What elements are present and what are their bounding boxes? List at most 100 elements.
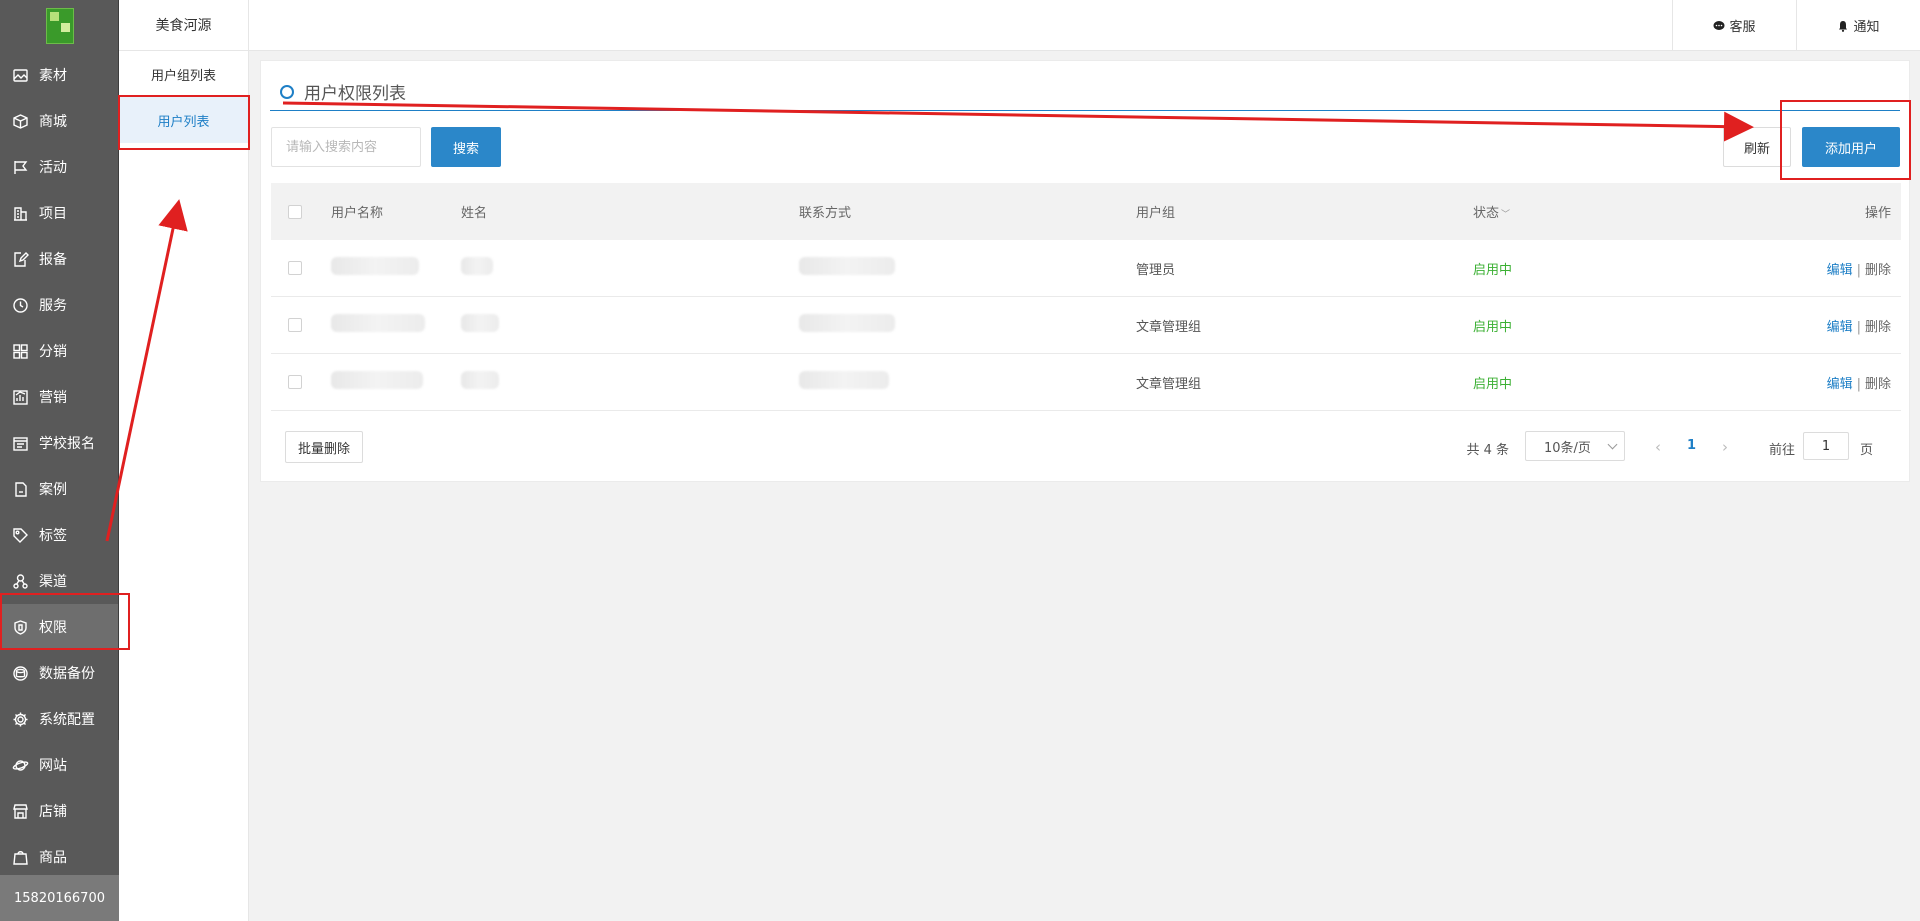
row-checkbox[interactable]: [288, 261, 302, 275]
bell-icon: [1839, 20, 1848, 32]
redacted-name: [461, 257, 493, 279]
notification-label: 通知: [1853, 20, 1880, 35]
row-group: 管理员: [1136, 262, 1176, 278]
annotation-box-add-user: [1780, 100, 1911, 180]
sidebar-item-label: 学校报名: [39, 436, 95, 452]
row-ops: 编辑 | 删除: [1827, 373, 1891, 392]
sub-item-user-groups[interactable]: 用户组列表: [119, 51, 248, 97]
delete-link[interactable]: 删除: [1865, 377, 1891, 392]
sidebar-item-label: 商品: [39, 850, 67, 866]
page-unit-label: 页: [1859, 443, 1873, 458]
sidebar-item-4[interactable]: 报备: [0, 236, 119, 282]
page-number-current[interactable]: 1: [1687, 438, 1696, 453]
store-icon: [10, 801, 30, 821]
sidebar-item-label: 商城: [39, 114, 67, 130]
chat-icon: [1713, 20, 1725, 30]
bag-icon: [10, 847, 30, 867]
redacted-username: [331, 257, 419, 279]
grid-icon: [10, 341, 30, 361]
customer-service-button[interactable]: 客服: [1672, 0, 1796, 51]
table-row: 管理员 启用中 编辑 | 删除: [271, 240, 1901, 297]
page-title: 用户权限列表: [280, 79, 406, 104]
sidebar-item-10[interactable]: 标签: [0, 512, 119, 558]
search-input[interactable]: [271, 127, 421, 167]
sidebar-item-5[interactable]: 服务: [0, 282, 119, 328]
database-icon: [10, 663, 30, 683]
redacted-name: [461, 371, 499, 393]
table-row: 文章管理组 启用中 编辑 | 删除: [271, 354, 1901, 411]
sidebar-nav: 素材 商城 活动 项目 报备 服务 分销 营销 学校报名 案例 标签 渠道 权限 数据备份 系统配置 网站 店铺…: [0, 52, 119, 880]
logo: [0, 0, 119, 52]
gear-icon: [10, 709, 30, 729]
table-row: 文章管理组 启用中 编辑 | 删除: [271, 297, 1901, 354]
edit-link[interactable]: 编辑: [1827, 320, 1853, 335]
sidebar-item-label: 数据备份: [39, 666, 95, 682]
delete-link[interactable]: 删除: [1865, 263, 1891, 278]
circle-icon: [280, 84, 294, 99]
row-checkbox[interactable]: [288, 375, 302, 389]
sidebar-item-label: 案例: [39, 482, 67, 498]
user-list-card: 用户权限列表 搜索 刷新 添加用户 用户名称 姓名 联系方式 用户组 状态﹀ 操…: [260, 60, 1910, 482]
next-page-icon[interactable]: ›: [1722, 438, 1728, 456]
op-separator: |: [1856, 319, 1861, 335]
sidebar-item-label: 渠道: [39, 574, 67, 590]
building-icon: [10, 203, 30, 223]
network-icon: [10, 571, 30, 591]
col-name: 姓名: [461, 206, 488, 221]
col-group: 用户组: [1136, 206, 1176, 221]
row-checkbox[interactable]: [288, 318, 302, 332]
sidebar-item-9[interactable]: 案例: [0, 466, 119, 512]
edit-doc-icon: [10, 249, 30, 269]
edit-link[interactable]: 编辑: [1827, 377, 1853, 392]
image-icon: [10, 65, 30, 85]
sidebar-item-13[interactable]: 数据备份: [0, 650, 119, 696]
customer-service-label: 客服: [1729, 20, 1756, 35]
sidebar-item-0[interactable]: 素材: [0, 52, 119, 98]
sidebar-item-8[interactable]: 学校报名: [0, 420, 119, 466]
pagination-total: 共 4 条: [1466, 443, 1509, 458]
page-size-value: 10条/页: [1544, 440, 1591, 456]
row-ops: 编辑 | 删除: [1827, 259, 1891, 278]
edit-link[interactable]: 编辑: [1827, 263, 1853, 278]
sidebar-item-1[interactable]: 商城: [0, 98, 119, 144]
sidebar-item-label: 店铺: [39, 804, 67, 820]
page-title-text: 用户权限列表: [304, 84, 406, 104]
col-status[interactable]: 状态 ﹀: [1473, 202, 1510, 221]
search-button[interactable]: 搜索: [431, 127, 501, 167]
table-header: 用户名称 姓名 联系方式 用户组 状态 ﹀ 操作: [271, 183, 1901, 240]
tag-icon: [10, 525, 30, 545]
calendar-icon: [10, 433, 30, 453]
sidebar-item-16[interactable]: 店铺: [0, 788, 119, 834]
redacted-contact: [799, 257, 895, 279]
sidebar-item-14[interactable]: 系统配置: [0, 696, 119, 742]
col-username: 用户名称: [331, 206, 384, 221]
notification-button[interactable]: 通知: [1796, 0, 1920, 51]
user-table: 用户名称 姓名 联系方式 用户组 状态 ﹀ 操作 管理员 启用中 编辑 | 删除 文章…: [271, 183, 1901, 411]
goto-page-input[interactable]: [1803, 432, 1849, 460]
sidebar-item-label: 项目: [39, 206, 67, 222]
user-phone[interactable]: 15820166700: [0, 875, 119, 921]
flag-icon: [10, 157, 30, 177]
row-status: 启用中: [1473, 319, 1513, 335]
col-ops: 操作: [1864, 206, 1891, 221]
sidebar-item-7[interactable]: 营销: [0, 374, 119, 420]
delete-link[interactable]: 删除: [1865, 320, 1891, 335]
row-status: 启用中: [1473, 376, 1513, 392]
page-size-select[interactable]: 10条/页: [1525, 431, 1625, 461]
main-sidebar: 素材 商城 活动 项目 报备 服务 分销 营销 学校报名 案例 标签 渠道 权限 数据备份 系统配置 网站 店铺…: [0, 0, 119, 921]
sidebar-item-6[interactable]: 分销: [0, 328, 119, 374]
op-separator: |: [1856, 376, 1861, 392]
redacted-username: [331, 371, 423, 393]
sidebar-item-label: 报备: [39, 252, 67, 268]
sidebar-item-3[interactable]: 项目: [0, 190, 119, 236]
title-divider: [270, 110, 1900, 111]
redacted-username: [331, 314, 425, 336]
sidebar-item-2[interactable]: 活动: [0, 144, 119, 190]
sidebar-item-17[interactable]: 商品: [0, 834, 119, 880]
chevron-down-icon: [1607, 439, 1618, 450]
select-all-checkbox[interactable]: [288, 204, 302, 219]
sidebar-item-15[interactable]: 网站: [0, 742, 119, 788]
top-header: 客服 通知: [249, 0, 1920, 51]
prev-page-icon[interactable]: ‹: [1655, 438, 1661, 456]
annotation-box-permission: [0, 593, 130, 650]
